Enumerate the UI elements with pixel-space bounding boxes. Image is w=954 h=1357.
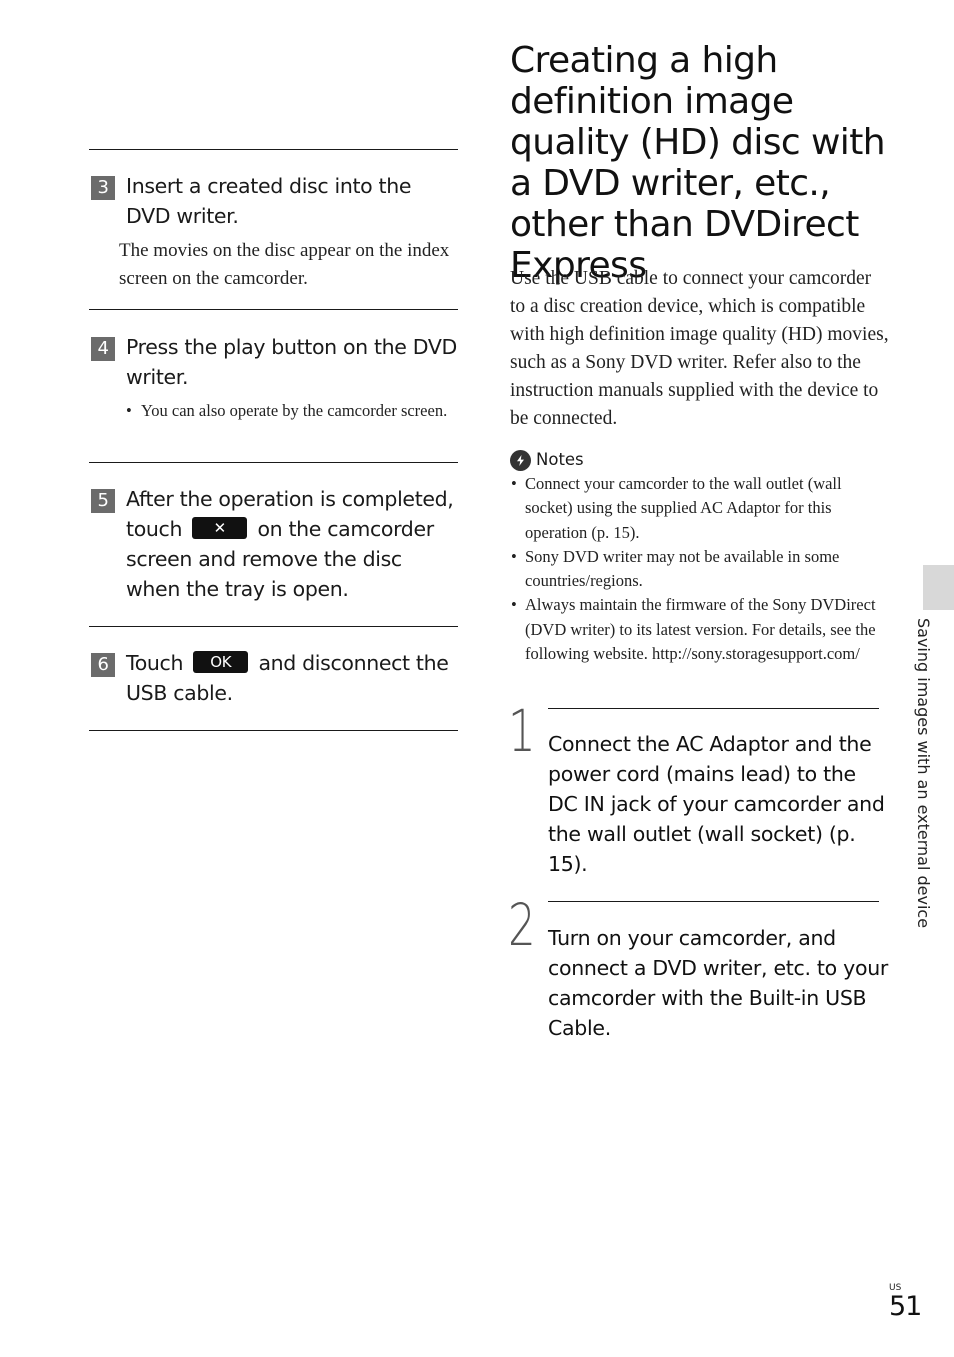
step-4: 4 Press the play button on the DVD write… [91, 332, 461, 423]
step-description: The movies on the disc appear on the ind… [119, 240, 450, 289]
step-5: 5 After the operation is completed, touc… [91, 484, 461, 604]
big-step-2: 2 Turn on your camcorder, and connect a … [508, 896, 888, 1043]
big-step-1: 1 Connect the AC Adaptor and the power c… [508, 702, 888, 879]
divider [89, 730, 458, 731]
note-item: Always maintain the firmware of the Sony… [510, 593, 890, 666]
big-step-number: 1 [508, 697, 536, 765]
page-number-block: US 51 [889, 1283, 922, 1322]
step-number-badge: 3 [91, 176, 115, 200]
divider [89, 309, 458, 310]
divider [89, 462, 458, 463]
step-bullets: You can also operate by the camcorder sc… [91, 398, 461, 423]
step-text-before: Touch [126, 651, 184, 675]
notes-heading: Notes [536, 450, 584, 469]
notes-warning-icon [510, 449, 531, 471]
step-text: Insert a created disc into the DVD write… [126, 174, 412, 228]
step-number-badge: 6 [91, 653, 115, 677]
close-button-glyph: ✕ [192, 517, 248, 539]
step-number-badge: 4 [91, 337, 115, 361]
big-step-number: 2 [508, 891, 536, 959]
big-step-text: Connect the AC Adaptor and the power cor… [548, 732, 885, 876]
step-6: 6 Touch OK and disconnect the USB cable. [91, 648, 461, 708]
close-icon: ✕ [213, 519, 227, 537]
step-number-badge: 5 [91, 489, 115, 513]
note-item: Connect your camcorder to the wall outle… [510, 472, 890, 545]
step-text: Press the play button on the DVD writer. [126, 335, 457, 389]
page-number: 51 [889, 1291, 922, 1322]
ok-button-glyph: OK [193, 651, 249, 673]
intro-paragraph: Use the USB cable to connect your camcor… [510, 268, 889, 429]
step-3: 3 Insert a created disc into the DVD wri… [91, 171, 461, 293]
divider [89, 149, 458, 150]
divider [89, 626, 458, 627]
section-side-label: Saving images with an external device [914, 618, 933, 929]
notes-section: Notes Connect your camcorder to the wall… [510, 448, 890, 666]
section-tab-marker [923, 565, 954, 610]
bullet-item: You can also operate by the camcorder sc… [126, 398, 461, 423]
note-item: Sony DVD writer may not be available in … [510, 545, 890, 594]
big-step-text: Turn on your camcorder, and connect a DV… [548, 926, 889, 1040]
page-title: Creating a high definition image quality… [510, 40, 886, 286]
